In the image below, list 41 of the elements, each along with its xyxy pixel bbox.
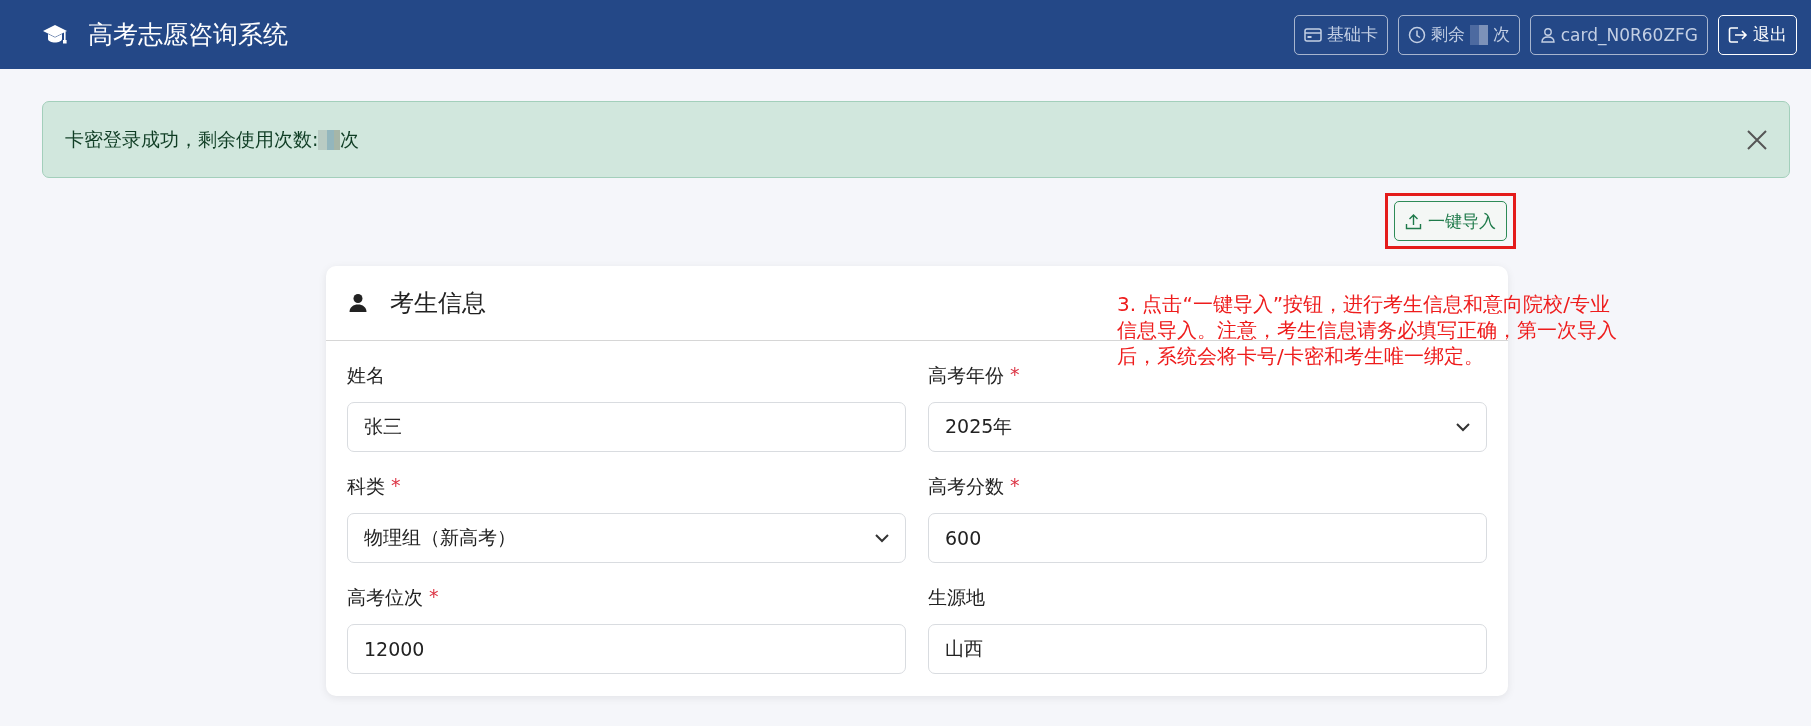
select-value: 物理组（新高考） [364, 525, 516, 550]
field-label: 姓名 [347, 363, 385, 388]
alert-message: 卡密登录成功，剩余使用次数: [65, 126, 319, 152]
field-label: 高考年份 [928, 363, 1004, 388]
input-field[interactable]: 12000 [347, 624, 906, 674]
input-field[interactable]: 600 [928, 513, 1487, 563]
redacted-block [318, 129, 341, 150]
required-mark: * [391, 474, 401, 498]
logout-button[interactable]: 退出 [1718, 14, 1797, 55]
user-icon [1539, 26, 1556, 43]
required-mark: * [1010, 363, 1020, 387]
chevron-down-icon [1456, 422, 1470, 432]
badge-suffix: 次 [1492, 23, 1510, 46]
badge-label: card_N0R60ZFG [1560, 24, 1698, 45]
redacted-block [1469, 24, 1488, 45]
field-label: 科类 [347, 474, 385, 499]
person-icon [348, 293, 368, 313]
credit-card-icon [1303, 27, 1322, 42]
graduation-cap-icon [42, 23, 68, 46]
required-mark: * [429, 585, 439, 609]
alert-suffix: 次 [340, 126, 360, 152]
select-value: 2025年 [945, 414, 1013, 439]
badge-label: 基础卡 [1326, 23, 1378, 46]
required-mark: * [1010, 474, 1020, 498]
clock-icon [1407, 25, 1426, 44]
input-field[interactable]: 山西 [928, 624, 1487, 674]
card-title: 考生信息 [390, 288, 486, 319]
input-field[interactable]: 张三 [347, 402, 906, 452]
chevron-down-icon [875, 533, 889, 543]
field-label: 生源地 [928, 585, 985, 610]
import-button[interactable]: 一键导入 [1394, 201, 1507, 241]
field-label: 高考位次 [347, 585, 423, 610]
upload-icon [1405, 212, 1422, 230]
field-label: 高考分数 [928, 474, 1004, 499]
app-title: 高考志愿咨询系统 [88, 19, 288, 51]
close-icon[interactable] [1747, 129, 1767, 150]
annotation-text: 3. 点击“一键导入”按钮，进行考生信息和意向院校/专业信息导入。注意，考生信息请务必填写正确，第一次导入后，系统会将卡号/卡密和考生唯一绑定。 [1117, 291, 1617, 369]
logout-icon [1728, 25, 1748, 44]
badge-label: 剩余 [1430, 23, 1465, 46]
select-field[interactable]: 物理组（新高考） [347, 513, 906, 563]
select-field[interactable]: 2025年 [928, 402, 1487, 452]
